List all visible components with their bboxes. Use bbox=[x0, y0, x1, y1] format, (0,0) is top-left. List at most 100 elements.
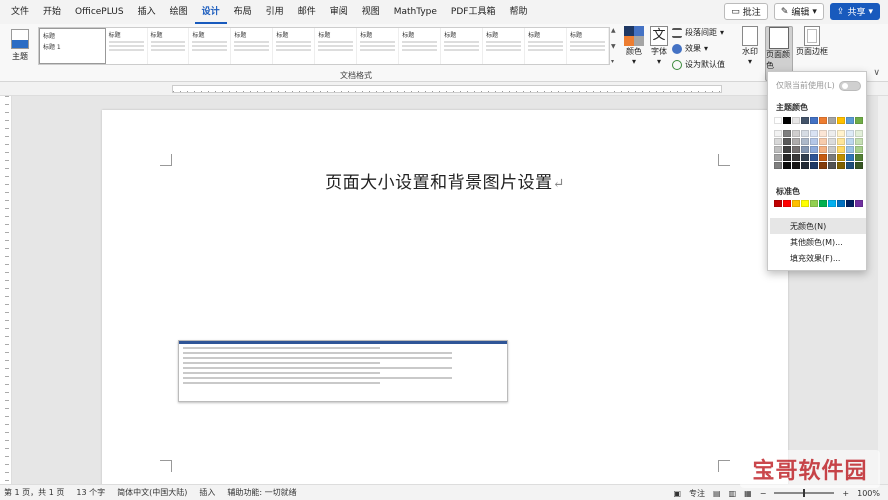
color-swatch[interactable] bbox=[810, 154, 818, 161]
style-set-thumb[interactable]: 标题 bbox=[357, 28, 400, 64]
themes-button[interactable]: 主题 bbox=[6, 27, 34, 75]
color-swatch[interactable] bbox=[828, 154, 836, 161]
color-swatch[interactable] bbox=[810, 146, 818, 153]
document-title[interactable]: 页面大小设置和背景图片设置↵ bbox=[102, 168, 788, 193]
color-swatch[interactable] bbox=[801, 154, 809, 161]
menu-file[interactable]: 文件 bbox=[4, 0, 36, 24]
menu-mathtype[interactable]: MathType bbox=[387, 0, 444, 24]
style-set-thumb[interactable]: 标题 bbox=[441, 28, 484, 64]
color-swatch[interactable] bbox=[774, 130, 782, 137]
ribbon-collapse-icon[interactable]: ∨ bbox=[873, 68, 880, 78]
effects-button[interactable]: 效果 ▾ bbox=[672, 42, 725, 55]
style-set-thumb[interactable]: 标题 bbox=[315, 28, 358, 64]
zoom-in-icon[interactable]: + bbox=[842, 489, 849, 498]
color-swatch[interactable] bbox=[801, 162, 809, 169]
color-swatch[interactable] bbox=[837, 146, 845, 153]
color-swatch[interactable] bbox=[828, 146, 836, 153]
color-swatch[interactable] bbox=[855, 162, 863, 169]
gallery-scroll[interactable]: ▲ ▼ ▾ bbox=[611, 27, 619, 65]
color-swatch[interactable] bbox=[783, 117, 791, 124]
style-set-thumb[interactable]: 标题 bbox=[189, 28, 232, 64]
menu-review[interactable]: 审阅 bbox=[323, 0, 355, 24]
sync-toggle[interactable] bbox=[838, 80, 861, 91]
style-set-thumb[interactable]: 标题 bbox=[567, 28, 609, 64]
color-swatch[interactable] bbox=[801, 200, 809, 207]
color-swatch[interactable] bbox=[783, 130, 791, 137]
gallery-more-icon[interactable]: ▾ bbox=[611, 58, 619, 65]
color-swatch[interactable] bbox=[801, 146, 809, 153]
language-indicator[interactable]: 简体中文(中国大陆) bbox=[117, 487, 187, 498]
menu-draw[interactable]: 绘图 bbox=[163, 0, 195, 24]
color-swatch[interactable] bbox=[783, 138, 791, 145]
color-swatch[interactable] bbox=[801, 138, 809, 145]
color-swatch[interactable] bbox=[774, 200, 782, 207]
comments-button[interactable]: ▭ 批注 bbox=[724, 3, 768, 20]
menu-references[interactable]: 引用 bbox=[259, 0, 291, 24]
menu-mailings[interactable]: 邮件 bbox=[291, 0, 323, 24]
menu-insert[interactable]: 插入 bbox=[131, 0, 163, 24]
color-swatch[interactable] bbox=[837, 138, 845, 145]
color-swatch[interactable] bbox=[819, 146, 827, 153]
color-swatch[interactable] bbox=[783, 200, 791, 207]
color-swatch[interactable] bbox=[837, 130, 845, 137]
color-swatch[interactable] bbox=[819, 162, 827, 169]
color-swatch[interactable] bbox=[855, 154, 863, 161]
color-swatch[interactable] bbox=[837, 162, 845, 169]
chevron-down-icon[interactable]: ▼ bbox=[611, 43, 619, 50]
color-swatch[interactable] bbox=[819, 138, 827, 145]
style-set-thumb[interactable]: 标题 标题 1 bbox=[39, 28, 106, 64]
vertical-scrollbar[interactable] bbox=[878, 96, 888, 484]
watermark-button[interactable]: 水印 ▾ bbox=[742, 26, 758, 66]
color-swatch[interactable] bbox=[846, 154, 854, 161]
color-swatch[interactable] bbox=[792, 117, 800, 124]
menu-design[interactable]: 设计 bbox=[194, 0, 227, 24]
color-swatch[interactable] bbox=[855, 146, 863, 153]
color-swatch[interactable] bbox=[774, 154, 782, 161]
color-swatch[interactable] bbox=[783, 162, 791, 169]
style-set-thumb[interactable]: 标题 bbox=[525, 28, 568, 64]
color-swatch[interactable] bbox=[774, 146, 782, 153]
color-swatch[interactable] bbox=[855, 130, 863, 137]
color-swatch[interactable] bbox=[828, 162, 836, 169]
style-set-thumb[interactable]: 标题 bbox=[106, 28, 148, 64]
color-swatch[interactable] bbox=[855, 200, 863, 207]
focus-label[interactable]: 专注 bbox=[689, 488, 705, 499]
insert-mode[interactable]: 插入 bbox=[199, 487, 215, 498]
color-swatch[interactable] bbox=[819, 117, 827, 124]
page-count[interactable]: 第 1 页，共 1 页 bbox=[4, 487, 64, 498]
fonts-button[interactable]: 文 字体 ▾ bbox=[650, 26, 668, 66]
editing-button[interactable]: ✎ 编辑 ▾ bbox=[773, 3, 824, 20]
color-swatch[interactable] bbox=[846, 117, 854, 124]
color-swatch[interactable] bbox=[828, 200, 836, 207]
color-swatch[interactable] bbox=[846, 200, 854, 207]
color-swatch[interactable] bbox=[837, 154, 845, 161]
color-swatch[interactable] bbox=[855, 117, 863, 124]
color-swatch[interactable] bbox=[828, 117, 836, 124]
set-as-default-button[interactable]: 设为默认值 bbox=[672, 58, 725, 71]
horizontal-ruler[interactable] bbox=[0, 82, 888, 96]
color-swatch[interactable] bbox=[801, 117, 809, 124]
vertical-ruler[interactable] bbox=[0, 96, 12, 484]
color-swatch[interactable] bbox=[819, 200, 827, 207]
sync-option[interactable]: 仅限当前使用(L) bbox=[776, 80, 861, 91]
color-swatch[interactable] bbox=[810, 162, 818, 169]
style-set-thumb[interactable]: 标题 bbox=[399, 28, 442, 64]
color-swatch[interactable] bbox=[828, 138, 836, 145]
print-layout-icon[interactable]: ▥ bbox=[729, 489, 737, 498]
menu-home[interactable]: 开始 bbox=[36, 0, 68, 24]
style-set-thumb[interactable]: 标题 bbox=[273, 28, 316, 64]
colors-button[interactable]: 颜色 ▾ bbox=[624, 26, 644, 66]
color-swatch[interactable] bbox=[810, 138, 818, 145]
color-swatch[interactable] bbox=[792, 162, 800, 169]
color-swatch[interactable] bbox=[819, 154, 827, 161]
color-swatch[interactable] bbox=[810, 200, 818, 207]
color-swatch[interactable] bbox=[774, 117, 782, 124]
menu-view[interactable]: 视图 bbox=[355, 0, 387, 24]
document-page[interactable]: 页面大小设置和背景图片设置↵ bbox=[102, 110, 788, 484]
color-swatch[interactable] bbox=[846, 162, 854, 169]
no-color-option[interactable]: 无颜色(N) bbox=[770, 218, 866, 234]
color-swatch[interactable] bbox=[837, 200, 845, 207]
color-swatch[interactable] bbox=[819, 130, 827, 137]
color-swatch[interactable] bbox=[801, 130, 809, 137]
color-swatch[interactable] bbox=[783, 146, 791, 153]
